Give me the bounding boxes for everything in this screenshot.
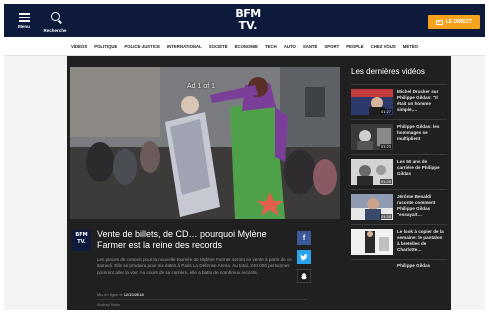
video-list-item[interactable]: 01:28 Les 50 ans de carrière de Philippe… xyxy=(351,154,447,189)
video-duration: 01:35 xyxy=(379,214,392,219)
nav-item-sante[interactable]: SANTÉ xyxy=(303,44,318,49)
article-logo-bfm: BFM xyxy=(75,232,88,238)
video-duration: 01:23 xyxy=(379,144,392,149)
nav-item-police-justice[interactable]: POLICE-JUSTICE xyxy=(124,44,160,49)
video-thumbnail: 01:28 xyxy=(351,159,393,185)
page-frame: Menu Recherche BFM TV. LE DIRECT VIDÉOS … xyxy=(4,4,485,310)
video-thumbnail: 01:23 xyxy=(351,124,393,150)
nav-item-videos[interactable]: VIDÉOS xyxy=(71,44,87,49)
category-nav: VIDÉOS POLITIQUE POLICE-JUSTICE INTERNAT… xyxy=(4,37,485,56)
article-source-logo: BFM TV. xyxy=(72,230,91,251)
live-button[interactable]: LE DIRECT xyxy=(428,15,480,29)
menu-button[interactable]: Menu xyxy=(7,8,41,36)
video-list-item[interactable]: 01:23 Philippe Gildas: les hommages se m… xyxy=(351,119,447,154)
main-content: Ad 1 of 1 BFM TV. Vente de billets, de C… xyxy=(67,56,451,310)
nav-item-sport[interactable]: SPORT xyxy=(324,44,339,49)
bfmtv-logo[interactable]: BFM TV. xyxy=(231,8,265,34)
nav-item-chez-vous[interactable]: CHEZ VOUS xyxy=(371,44,396,49)
nav-item-societe[interactable]: SOCIÉTÉ xyxy=(209,44,228,49)
twitter-share-button[interactable] xyxy=(297,250,311,264)
twitter-icon xyxy=(300,253,308,260)
video-title: Philippe Gildas: les hommages se multipl… xyxy=(397,124,440,141)
video-duration: 01:27 xyxy=(379,109,392,114)
facebook-icon: f xyxy=(302,234,306,242)
live-button-label: LE DIRECT xyxy=(445,19,473,25)
nav-item-politique[interactable]: POLITIQUE xyxy=(94,44,117,49)
search-label: Recherche xyxy=(43,28,67,33)
sidebar-title: Les dernières vidéos xyxy=(351,67,425,76)
video-title: Philippe Gildas xyxy=(397,263,431,268)
video-list-item[interactable]: 01:27 Michel Drucker sur Philippe Gildas… xyxy=(351,84,447,119)
tv-icon xyxy=(435,19,443,25)
top-header: Menu Recherche BFM TV. LE DIRECT xyxy=(4,4,485,37)
search-button[interactable]: Recherche xyxy=(38,8,72,36)
meta-divider xyxy=(97,299,307,300)
video-duration: 01:28 xyxy=(379,179,392,184)
snapchat-icon xyxy=(301,272,307,280)
video-player[interactable]: Ad 1 of 1 xyxy=(70,67,340,219)
facebook-share-button[interactable]: f xyxy=(297,231,311,245)
video-thumbnail xyxy=(351,229,393,255)
latest-videos-sidebar: Les dernières vidéos 01:27 Michel Drucke… xyxy=(351,67,447,273)
article-publish-line: Mis en ligne le 12/10/2018 xyxy=(97,292,144,297)
publish-prefix: Mis en ligne le xyxy=(97,292,123,297)
nav-item-people[interactable]: PEOPLE xyxy=(346,44,363,49)
logo-text-tv: TV. xyxy=(238,19,258,32)
video-title: Michel Drucker sur Philippe Gildas: "Il … xyxy=(397,89,439,112)
ad-indicator: Ad 1 of 1 xyxy=(187,83,216,90)
nav-item-economie[interactable]: ÉCONOMIE xyxy=(235,44,258,49)
hamburger-icon xyxy=(7,8,41,24)
video-title: Les 50 ans de carrière de Philippe Gilda… xyxy=(397,159,440,176)
publish-date: 12/10/2018 xyxy=(123,292,144,297)
video-title: Le look à copier de la semaine: le panta… xyxy=(397,229,444,252)
article-title: Vente de billets, de CD… pourquoi Mylène… xyxy=(97,229,267,250)
snapchat-share-button[interactable] xyxy=(297,269,311,283)
article-logo-tv: TV. xyxy=(77,239,86,245)
video-list-item[interactable]: Philippe Gildas xyxy=(351,259,447,273)
nav-item-international[interactable]: INTERNATIONAL xyxy=(167,44,202,49)
nav-item-tech[interactable]: TECH xyxy=(265,44,277,49)
article-summary: Les places de concert pour la nouvelle t… xyxy=(97,257,292,275)
video-thumbnail: 01:35 xyxy=(351,194,393,220)
article-author: Audrey Viala xyxy=(97,302,120,307)
nav-item-auto[interactable]: AUTO xyxy=(284,44,296,49)
video-list-item[interactable]: 01:35 Jérôme Benaldi raconte comment Phi… xyxy=(351,189,447,224)
nav-item-meteo[interactable]: MÉTÉO xyxy=(403,44,418,49)
menu-label: Menu xyxy=(18,24,30,29)
video-title: Jérôme Benaldi raconte comment Philippe … xyxy=(397,194,436,217)
video-list-item[interactable]: Le look à copier de la semaine: le panta… xyxy=(351,224,447,259)
video-thumbnail: 01:27 xyxy=(351,89,393,115)
search-icon xyxy=(38,12,72,28)
